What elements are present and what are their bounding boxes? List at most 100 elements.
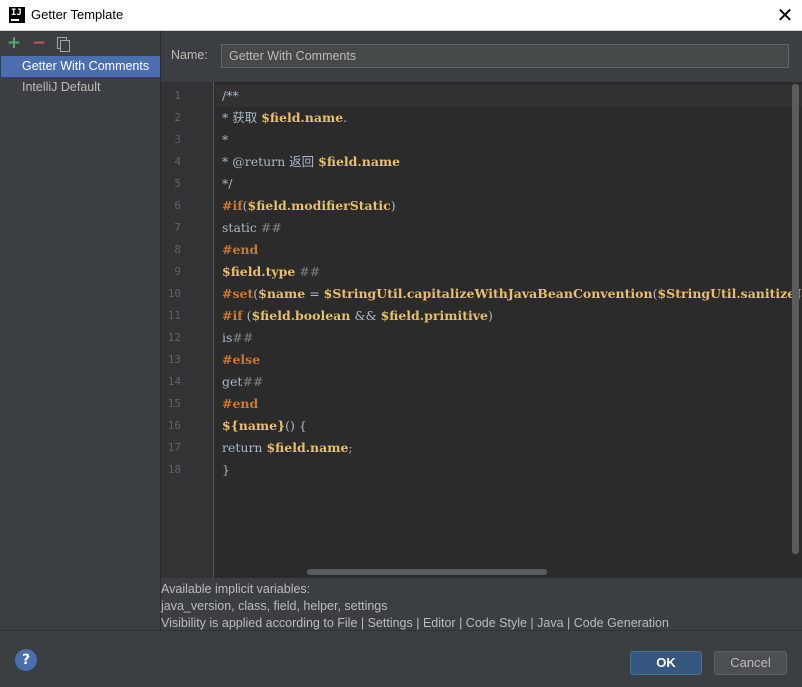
code-variable: $field.boolean [251,308,351,323]
code-directive: #end [222,242,259,257]
current-line-highlight [215,85,802,107]
code-line: #end [222,393,258,415]
line-number: 14 [167,375,181,388]
code-text-span: is [222,330,233,345]
code-text-span: ) [390,198,396,213]
code-line: * 获取 $field.name. [222,107,347,129]
close-icon[interactable]: ✕ [772,3,798,27]
name-input[interactable] [221,44,789,68]
line-number: 6 [174,199,181,212]
line-number: 18 [167,463,181,476]
line-number: 7 [174,221,181,234]
plus-icon[interactable]: + [5,33,23,53]
code-line: get## [222,371,263,393]
code-variable: $field.name [318,154,401,169]
line-number: 17 [167,441,181,454]
line-number: 12 [167,331,181,344]
line-number: 3 [174,133,181,146]
code-variable: $StringUtil.capitalizeWithJavaBeanConven… [323,286,653,301]
template-item-getter-with-comments[interactable]: Getter With Comments [1,56,160,77]
code-variable: $name [258,286,306,301]
code-text-span: * 获取 [222,110,262,125]
code-directive: #set [222,286,254,301]
line-number: 4 [174,155,181,168]
code-comment: ## [295,264,321,279]
intellij-app-icon: IJ [9,7,25,23]
code-text-span: && [350,308,381,323]
line-number: 5 [174,177,181,190]
ok-button[interactable]: OK [630,651,702,675]
window-title: Getter Template [31,7,124,22]
code-comment: ## [242,374,264,389]
help-icon[interactable]: ? [15,649,37,671]
vertical-scroll-thumb[interactable] [792,84,799,554]
code-text-span: . [343,110,348,125]
code-text-span: ) [487,308,493,323]
code-text-span: * @return 返回 [222,154,319,169]
horizontal-scrollbar[interactable] [214,565,789,578]
copy-icon[interactable] [55,33,73,53]
code-line: is## [222,327,253,349]
code-variable: $field.name [266,440,349,455]
code-line: /** [222,85,239,107]
template-item-intellij-default[interactable]: IntelliJ Default [1,77,160,98]
template-toolbar: + − [1,31,160,55]
code-variable: $field.modifierStatic [247,198,391,213]
code-line: $field.type ## [222,261,320,283]
template-list: Getter With Comments IntelliJ Default [1,56,160,98]
template-list-pane: + − Getter With Comments IntelliJ Defaul… [1,31,161,630]
code-comment: ## [232,330,254,345]
code-comment: ## [260,220,282,235]
code-variable: ${name} [222,418,286,433]
code-line: return $field.name; [222,437,353,459]
code-line: #end [222,239,258,261]
code-line: static ## [222,217,282,239]
code-variable: $StringUtil.sanitizeJava [657,286,802,301]
code-line: #else [222,349,260,371]
code-text-span: = [305,286,324,301]
code-text-span: ; [348,440,353,455]
code-variable: $field.name [261,110,344,125]
code-text-span: get [222,374,243,389]
code-line: } [222,459,230,481]
line-number: 8 [174,243,181,256]
code-text-span: * [222,132,229,147]
code-text-span: static [222,220,261,235]
code-line: * [222,129,228,151]
line-number: 13 [167,353,181,366]
cancel-button[interactable]: Cancel [714,651,787,675]
vertical-scrollbar[interactable] [789,82,802,578]
code-text-span: return [222,440,267,455]
code-text-span: () { [285,418,307,433]
line-number-gutter: 1 2 3 4 5 6 7 8 9 10 11 12 13 14 15 16 1… [161,82,214,578]
dialog-button-bar: ? OK Cancel [0,630,802,687]
code-directive: #if [222,308,243,323]
code-line: ${name}() { [222,415,307,437]
horizontal-scroll-thumb[interactable] [307,569,547,575]
line-number: 1 [174,89,181,102]
line-number: 15 [167,397,181,410]
line-number: 10 [167,287,181,300]
code-text-span: } [222,462,230,477]
code-variable: $field.type [222,264,296,279]
code-line: */ [222,173,232,195]
info-line: java_version, class, field, helper, sett… [161,599,388,613]
line-number: 16 [167,419,181,432]
info-line: Available implicit variables: [161,582,311,596]
template-editor-pane: Name: 1 2 3 4 5 6 7 8 9 10 11 12 13 14 1… [161,31,802,630]
code-text-span: */ [222,176,233,191]
code-variable: $field.primitive [380,308,488,323]
line-number: 9 [174,265,181,278]
title-bar: IJ Getter Template ✕ [0,0,802,31]
code-directive: #end [222,396,259,411]
implicit-variables-info: Available implicit variables: java_versi… [161,581,802,632]
name-label: Name: [171,48,208,62]
code-editor[interactable]: 1 2 3 4 5 6 7 8 9 10 11 12 13 14 15 16 1… [161,82,802,578]
line-number: 2 [174,111,181,124]
code-comment: /** [222,88,239,103]
code-line: #if($field.modifierStatic) [222,195,396,217]
code-directive: #if [222,198,243,213]
minus-icon[interactable]: − [30,33,48,53]
code-line: * @return 返回 $field.name [222,151,400,173]
line-number: 11 [167,309,181,322]
